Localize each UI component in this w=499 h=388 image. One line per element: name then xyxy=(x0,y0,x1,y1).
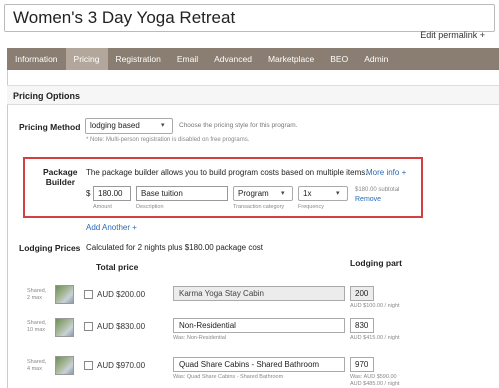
tab-advanced[interactable]: Advanced xyxy=(206,48,260,70)
pricing-options-header: Pricing Options xyxy=(7,85,499,105)
tab-email[interactable]: Email xyxy=(169,48,206,70)
tab-beo[interactable]: BEO xyxy=(322,48,356,70)
row-total-price: AUD $830.00 xyxy=(97,322,146,331)
row-select-checkbox[interactable] xyxy=(84,322,93,331)
transaction-category-value: Program xyxy=(238,189,269,198)
frequency-label: Frequency xyxy=(298,204,324,210)
tab-marketplace[interactable]: Marketplace xyxy=(260,48,322,70)
chevron-down-icon: ▾ xyxy=(161,122,165,129)
row-total-price: AUD $200.00 xyxy=(97,290,146,299)
package-builder-label-2: Builder xyxy=(45,177,75,187)
room-thumbnail xyxy=(55,318,74,337)
frequency-value: 1x xyxy=(303,189,312,198)
row-select-checkbox[interactable] xyxy=(84,290,93,299)
description-input[interactable] xyxy=(136,186,228,201)
chevron-down-icon: ▾ xyxy=(281,190,285,197)
amount-input[interactable] xyxy=(93,186,131,201)
package-subtotal: $180.00 subtotal xyxy=(355,187,400,193)
row-occupancy: Shared, 4 max xyxy=(27,359,47,372)
row-occupancy: Shared, 10 max xyxy=(27,320,47,333)
cabin-was-text: Was: Non-Residential xyxy=(173,335,226,341)
tab-bar: Information Pricing Registration Email A… xyxy=(7,48,499,70)
lodging-part-input[interactable] xyxy=(350,318,374,333)
currency-symbol: $ xyxy=(86,189,91,198)
description-label: Description xyxy=(136,204,164,210)
cabin-name-input[interactable] xyxy=(173,357,345,372)
lodging-calc-text: Calculated for 2 nights plus $180.00 pac… xyxy=(86,243,264,252)
pricing-panel xyxy=(7,70,499,388)
lodging-part-input[interactable] xyxy=(350,286,374,301)
row-occupancy: Shared, 2 max xyxy=(27,288,47,301)
chevron-down-icon: ▾ xyxy=(336,190,340,197)
pricing-method-note: * Note: Multi-person registration is dis… xyxy=(86,137,250,143)
cabin-name-input[interactable] xyxy=(173,286,345,301)
lodging-part-per-night: AUD $485.00 / night xyxy=(350,381,400,387)
pricing-method-value: lodging based xyxy=(90,121,140,130)
cabin-was-text: Was: Quad Share Cabins - Shared Bathroom xyxy=(173,374,284,380)
program-title-input[interactable] xyxy=(4,4,495,32)
row-total-price: AUD $970.00 xyxy=(97,361,146,370)
package-builder-description: The package builder allows you to build … xyxy=(86,168,368,177)
lodging-prices-label: Lodging Prices xyxy=(19,243,81,253)
lodging-part-per-night: AUD $100.00 / night xyxy=(350,303,400,309)
add-another-link[interactable]: Add Another + xyxy=(86,223,137,232)
room-thumbnail xyxy=(55,356,74,375)
row-select-checkbox[interactable] xyxy=(84,361,93,370)
amount-label: Amount xyxy=(93,204,112,210)
tab-information[interactable]: Information xyxy=(7,48,66,70)
remove-link[interactable]: Remove xyxy=(355,196,381,203)
lodging-part-was: Was: AUD $590.00 xyxy=(350,374,397,380)
lodging-part-header: Lodging part xyxy=(350,258,402,268)
cabin-name-input[interactable] xyxy=(173,318,345,333)
pricing-method-help: Choose the pricing style for this progra… xyxy=(179,122,298,129)
frequency-select[interactable]: 1x ▾ xyxy=(298,186,348,201)
pricing-method-select[interactable]: lodging based ▾ xyxy=(85,118,173,134)
room-thumbnail xyxy=(55,285,74,304)
tab-admin[interactable]: Admin xyxy=(356,48,396,70)
transaction-category-select[interactable]: Program ▾ xyxy=(233,186,293,201)
tab-registration[interactable]: Registration xyxy=(108,48,169,70)
pricing-method-label: Pricing Method xyxy=(19,122,81,132)
edit-permalink-link[interactable]: Edit permalink + xyxy=(420,30,485,40)
lodging-part-input[interactable] xyxy=(350,357,374,372)
more-info-link[interactable]: More info + xyxy=(366,168,406,177)
total-price-header: Total price xyxy=(96,262,139,272)
package-builder-label-1: Package xyxy=(43,167,78,177)
tab-pricing[interactable]: Pricing xyxy=(65,48,108,70)
lodging-part-per-night: AUD $415.00 / night xyxy=(350,335,400,341)
transaction-category-label: Transaction category xyxy=(233,204,285,210)
